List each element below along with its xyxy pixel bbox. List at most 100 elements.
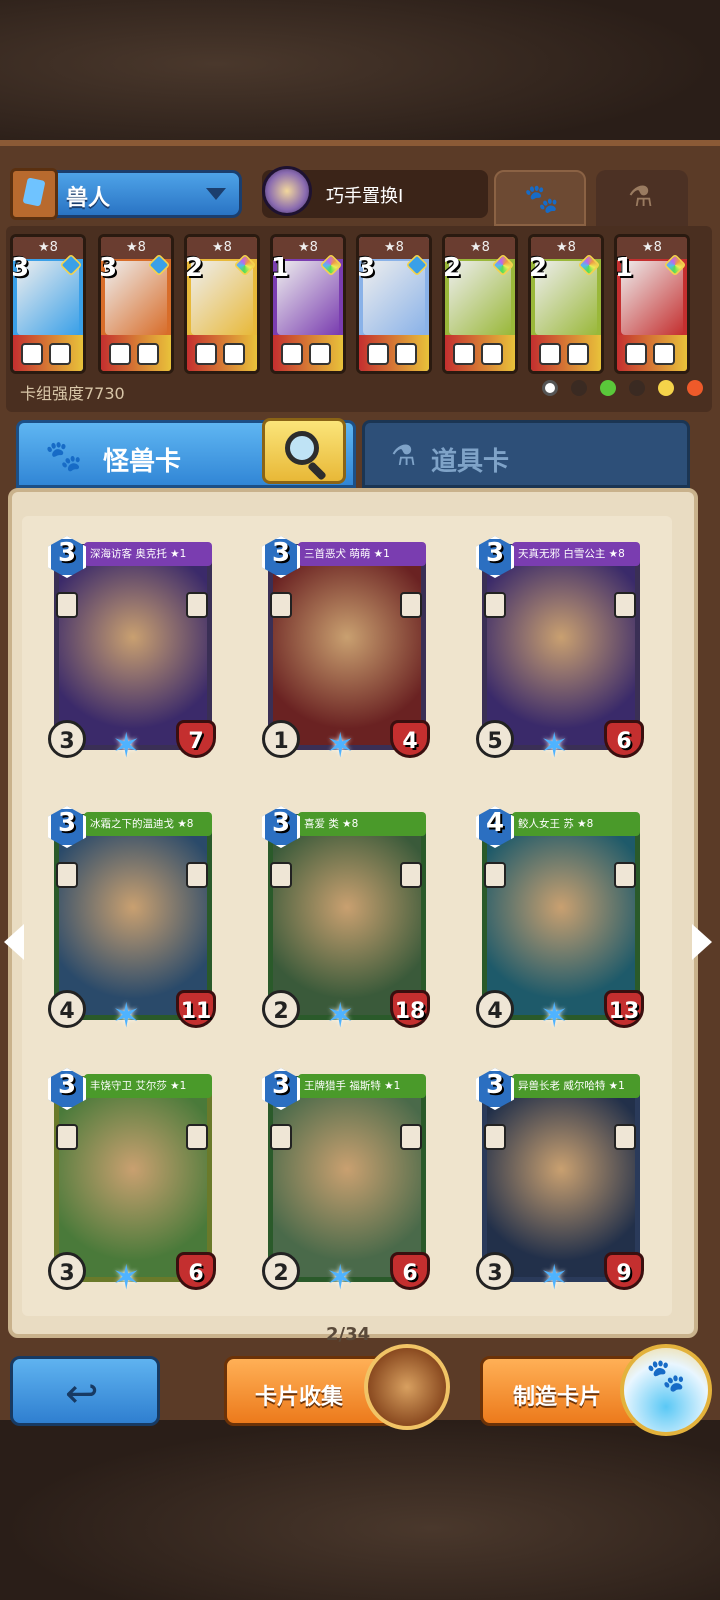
deck-card[interactable]: ★8 1 xyxy=(614,234,690,374)
deck-card[interactable]: ★8 3 xyxy=(356,234,432,374)
next-page-arrow-icon[interactable] xyxy=(692,924,712,960)
tab-item-cards[interactable]: ⚗ 道具卡 xyxy=(362,420,690,488)
deck-card-cost: 3 xyxy=(357,253,376,283)
monster-card[interactable]: 深海访客 奥克托 ★1 3 3 7 ✶ xyxy=(48,536,216,766)
deck-card-cost: 3 xyxy=(11,253,30,283)
trait-icon xyxy=(614,1124,636,1150)
deck-card-cost: 3 xyxy=(99,253,118,283)
monster-card[interactable]: 丰饶守卫 艾尔莎 ★1 3 3 6 ✶ xyxy=(48,1068,216,1298)
trait-icon xyxy=(109,343,131,365)
trait-icon xyxy=(395,343,417,365)
deck-card[interactable]: ★8 2 xyxy=(528,234,604,374)
tab-monster-filter[interactable]: 🐾 xyxy=(494,170,586,226)
back-arrow-icon: ↩ xyxy=(65,1371,99,1417)
star-icon: ✶ xyxy=(112,996,141,1036)
skill-icon xyxy=(262,166,312,216)
trait-icon xyxy=(56,862,78,888)
monster-card[interactable]: 王牌猎手 福斯特 ★1 3 2 6 ✶ xyxy=(262,1068,430,1298)
card-cost: 3 xyxy=(57,538,77,568)
shadow-icon[interactable] xyxy=(571,380,588,396)
deck-card[interactable]: ★8 2 xyxy=(184,234,260,374)
trait-icon xyxy=(56,592,78,618)
craft-jar-icon[interactable]: 🐾 xyxy=(620,1344,712,1436)
monster-card[interactable]: 喜爱 类 ★8 3 2 18 ✶ xyxy=(262,806,430,1036)
card-health: 7 xyxy=(188,729,204,754)
deck-card[interactable]: ★8 3 xyxy=(10,234,86,374)
star-icon: ✶ xyxy=(112,726,141,766)
card-title: 丰饶守卫 艾尔莎 ★1 xyxy=(84,1074,212,1098)
craft-card-label: 制造卡片 xyxy=(513,1385,602,1410)
monster-card[interactable]: 三首恶犬 萌萌 ★1 3 1 4 ✶ xyxy=(262,536,430,766)
tab-monster-label: 怪兽卡 xyxy=(103,447,182,477)
card-art xyxy=(487,1081,635,1277)
paw-icon: 🐾 xyxy=(45,439,83,474)
card-attack: 1 xyxy=(273,729,289,754)
fire-icon[interactable] xyxy=(687,380,704,396)
deck-book-icon xyxy=(10,168,58,220)
card-health: 4 xyxy=(402,729,418,754)
card-art xyxy=(273,819,421,1015)
trait-icon xyxy=(453,343,475,365)
trait-icon xyxy=(481,343,503,365)
deck-card[interactable]: ★8 3 xyxy=(98,234,174,374)
trait-icon xyxy=(653,343,675,365)
tab-potion-filter[interactable]: ⚗ xyxy=(596,170,688,226)
trait-icon xyxy=(367,343,389,365)
trait-icon xyxy=(484,1124,506,1150)
card-art xyxy=(59,1081,207,1277)
card-attack: 3 xyxy=(487,1261,503,1286)
star-icon: ✶ xyxy=(540,726,569,766)
search-button[interactable] xyxy=(262,418,346,484)
prev-page-arrow-icon[interactable] xyxy=(4,924,24,960)
potion-icon: ⚗ xyxy=(391,439,417,472)
card-attack: 3 xyxy=(59,1261,75,1286)
deck-card-cost: 2 xyxy=(443,253,462,283)
monster-card[interactable]: 冰霜之下的温迪戈 ★8 3 4 11 ✶ xyxy=(48,806,216,1036)
card-attack: 2 xyxy=(273,999,289,1024)
card-art xyxy=(487,549,635,745)
card-cost: 3 xyxy=(485,1070,505,1100)
card-art xyxy=(273,549,421,745)
deck-card[interactable]: ★8 1 xyxy=(270,234,346,374)
trait-icon xyxy=(539,343,561,365)
card-attack: 3 xyxy=(59,729,75,754)
card-attack: 5 xyxy=(487,729,503,754)
moon-icon[interactable] xyxy=(629,380,646,396)
card-art xyxy=(487,819,635,1015)
trait-icon xyxy=(186,862,208,888)
back-button[interactable]: ↩ xyxy=(10,1356,160,1426)
monster-card[interactable]: 异兽长老 威尔哈特 ★1 3 3 9 ✶ xyxy=(476,1068,644,1298)
trait-icon xyxy=(270,862,292,888)
leaf-icon[interactable] xyxy=(600,380,617,396)
star-icon: ✶ xyxy=(112,1258,141,1298)
circle-icon[interactable] xyxy=(542,380,558,396)
trait-icon xyxy=(484,592,506,618)
star-icon: ✶ xyxy=(540,996,569,1036)
element-filters xyxy=(542,380,711,400)
lightning-icon[interactable] xyxy=(658,380,675,396)
card-health: 6 xyxy=(188,1261,204,1286)
card-collection-icon[interactable] xyxy=(364,1344,450,1430)
chevron-down-icon[interactable] xyxy=(206,188,226,200)
trait-icon xyxy=(400,592,422,618)
card-cost: 3 xyxy=(271,538,291,568)
page-indicator: 2/34 xyxy=(326,1324,371,1345)
monster-card[interactable]: 鲛人女王 苏 ★8 4 4 13 ✶ xyxy=(476,806,644,1036)
star-icon: ✶ xyxy=(326,726,355,766)
card-attack: 2 xyxy=(273,1261,289,1286)
top-wood-background xyxy=(0,0,720,160)
trait-icon xyxy=(137,343,159,365)
card-collection-label: 卡片收集 xyxy=(255,1385,344,1410)
deck-card[interactable]: ★8 2 xyxy=(442,234,518,374)
card-title: 三首恶犬 萌萌 ★1 xyxy=(298,542,426,566)
card-health: 11 xyxy=(180,999,212,1024)
deck-card-cost: 2 xyxy=(185,253,204,283)
trait-icon xyxy=(614,862,636,888)
trait-icon xyxy=(223,343,245,365)
trait-icon xyxy=(270,1124,292,1150)
monster-card[interactable]: 天真无邪 白雪公主 ★8 3 5 6 ✶ xyxy=(476,536,644,766)
trait-icon xyxy=(625,343,647,365)
star-icon: ✶ xyxy=(326,996,355,1036)
trait-icon xyxy=(281,343,303,365)
card-health: 6 xyxy=(402,1261,418,1286)
